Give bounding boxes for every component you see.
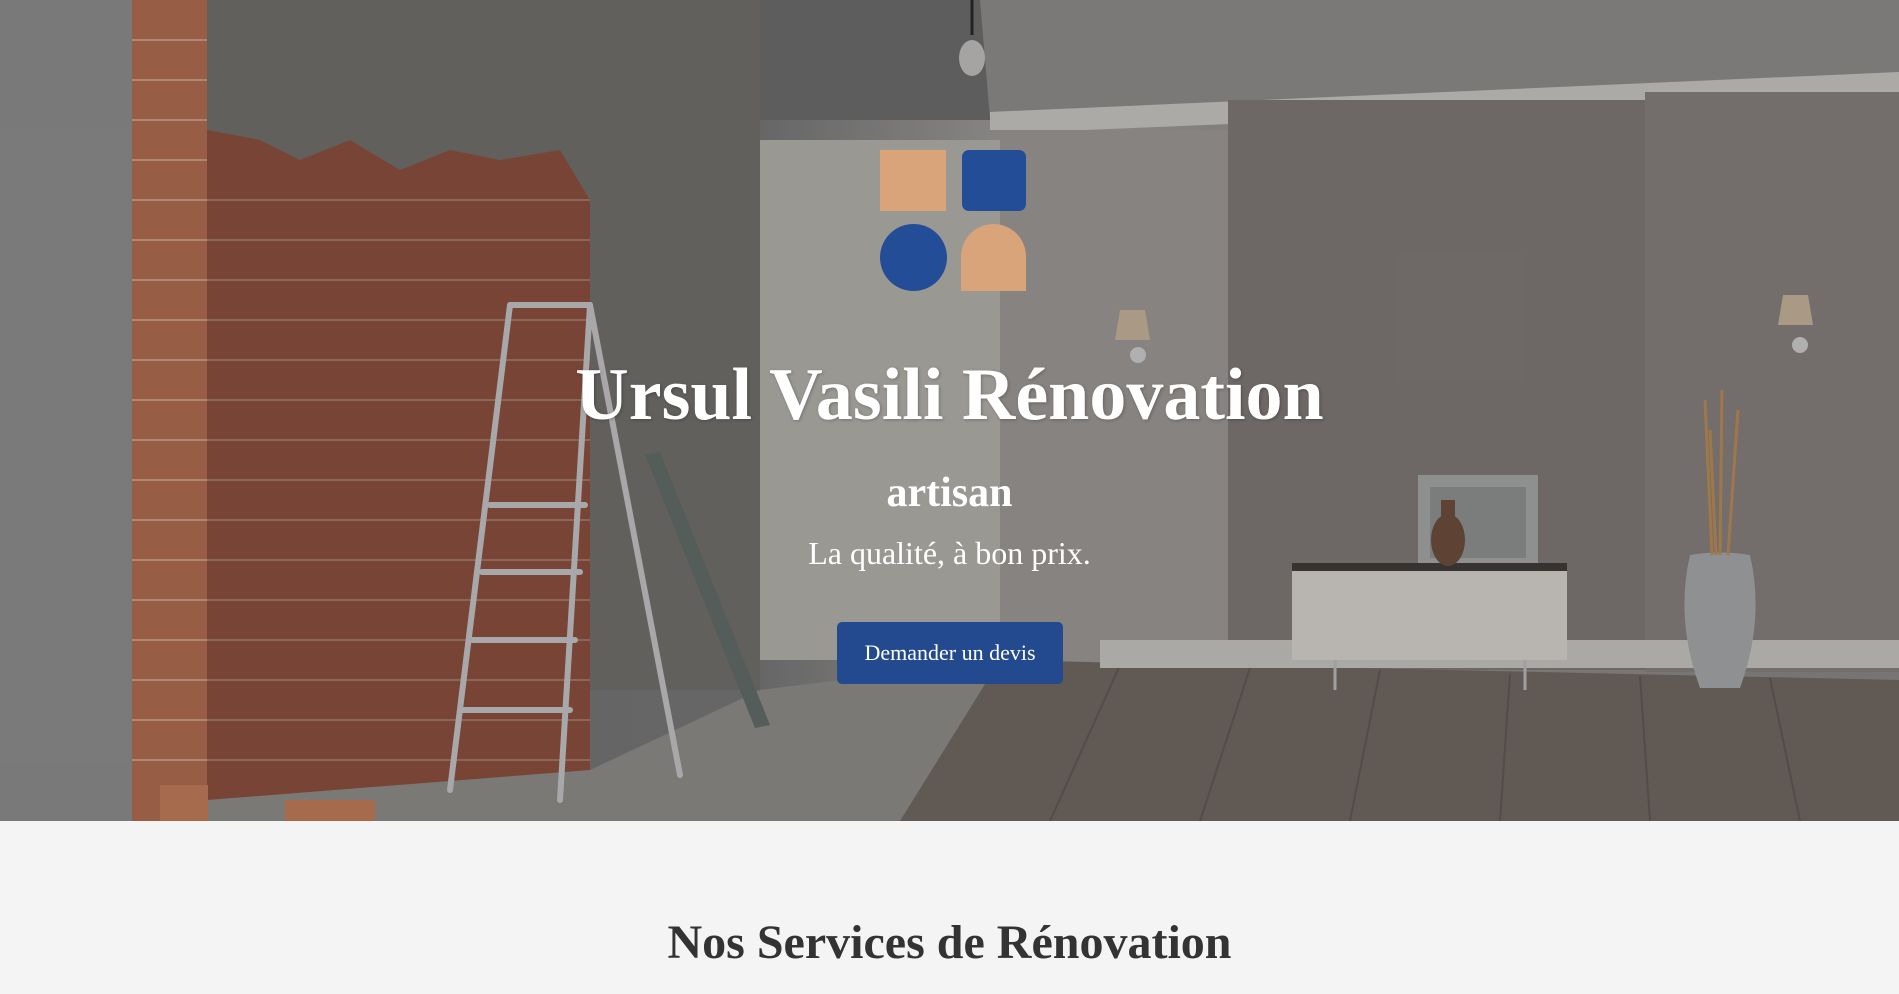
hero-tagline: La qualité, à bon prix.	[808, 535, 1091, 571]
hero-subtitle: artisan	[886, 470, 1013, 516]
logo-square-icon	[880, 150, 946, 211]
logo-arch-icon	[961, 224, 1026, 291]
request-quote-button[interactable]: Demander un devis	[837, 622, 1063, 684]
logo-circle-icon	[880, 224, 947, 291]
logo-rounded-square-icon	[962, 150, 1026, 211]
hero-title: Ursul Vasili Rénovation	[575, 354, 1324, 436]
services-section: Nos Services de Rénovation	[0, 821, 1899, 994]
hero-section: Ursul Vasili Rénovation artisan La quali…	[0, 0, 1899, 821]
brand-logo	[880, 150, 1026, 291]
services-title: Nos Services de Rénovation	[667, 916, 1232, 969]
